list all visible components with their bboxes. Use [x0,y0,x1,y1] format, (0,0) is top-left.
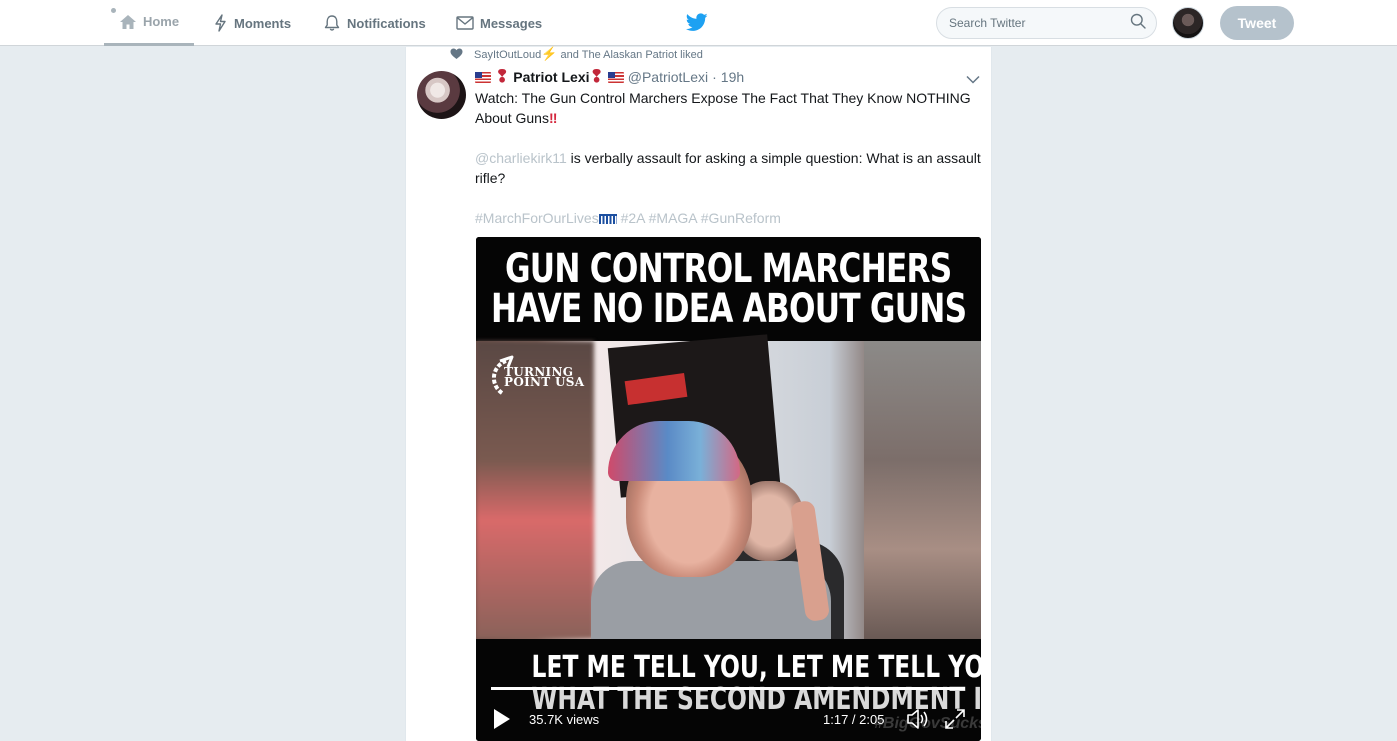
nav-notifications[interactable]: Notifications [323,0,426,46]
video-title-banner: GUN CONTROL MARCHERS HAVE NO IDEA ABOUT … [476,237,981,341]
exclamation-icon: ❢ [589,67,604,86]
exclamation-icon: ❢ [495,67,510,86]
nav-home-label: Home [142,14,180,29]
bell-icon [323,14,341,32]
lightning-emoji-icon: ⚡ [541,46,558,61]
video-player[interactable]: GUN CONTROL MARCHERS HAVE NO IDEA ABOUT … [476,237,981,741]
author-handle[interactable]: @PatriotLexi [628,69,708,85]
tweet-button[interactable]: Tweet [1220,6,1294,40]
hashtag-link[interactable]: #MarchForOurLives [475,210,599,226]
hashtag-link[interactable]: #2A [621,210,645,226]
marchers-emoji-icon [598,214,617,224]
video-title-line-1: GUN CONTROL MARCHERS [505,246,952,292]
video-duration: 1:17 / 2:05 [823,712,885,727]
chevron-down-icon[interactable] [966,71,980,89]
top-navigation-bar: Home Moments Notifications Messages Twee… [0,0,1397,46]
hashtag-link[interactable]: #GunReform [701,210,781,226]
twitter-bird-icon[interactable] [685,13,708,37]
caption-line-1: LET ME TELL YOU, LET ME TELL YOU [531,650,981,685]
us-flag-icon [475,71,491,83]
tweet-text: Watch: The Gun Control Marchers Expose T… [475,88,987,228]
nav-moments[interactable]: Moments [213,0,291,46]
video-progress-bar[interactable] [491,687,965,690]
nav-home[interactable]: Home [104,0,194,46]
nav-messages-label: Messages [480,15,543,31]
context-user: SayItOutLoud [474,49,542,61]
nav-messages[interactable]: Messages [456,0,542,46]
video-view-count: 35.7K views [529,712,600,727]
author-fullname[interactable]: Patriot Lexi [513,69,589,85]
tweet-timestamp[interactable]: 19h [721,69,744,85]
heart-icon [450,48,463,63]
nav-notifications-label: Notifications [347,15,426,31]
account-avatar[interactable] [1172,7,1204,39]
search-input[interactable] [949,16,1130,30]
video-title-line-2: HAVE NO IDEA ABOUT GUNS [490,286,967,332]
tweet-context: SayItOutLoud⚡ and The Alaskan Patriot li… [450,46,703,63]
expand-icon[interactable] [944,708,966,735]
lightning-icon [213,14,228,32]
video-progress-fill [491,687,965,690]
mention-link[interactable]: @charliekirk11 [475,150,567,166]
context-text[interactable]: SayItOutLoud⚡ and The Alaskan Patriot li… [474,46,703,62]
double-exclamation-icon: ‼ [548,110,558,126]
search-box[interactable] [936,7,1157,39]
hashtag-link[interactable]: #MAGA [649,210,697,226]
search-icon[interactable] [1130,13,1146,34]
us-flag-icon [607,71,624,83]
envelope-icon [456,16,474,30]
separator: · [712,69,717,85]
nav-moments-label: Moments [234,15,292,31]
play-icon[interactable] [492,708,512,735]
timeline-stream: SayItOutLoud⚡ and The Alaskan Patriot li… [405,46,992,741]
volume-icon[interactable] [906,708,930,735]
new-activity-dot [111,8,116,13]
context-rest: and The Alaskan Patriot liked [560,49,703,61]
tweet-author-avatar[interactable] [417,71,466,119]
tweet-header: ❢ Patriot Lexi ❢ @PatriotLexi · 19h [475,67,744,87]
turning-point-logo-text: TURNING POINT USA [504,365,585,389]
home-icon [119,14,137,30]
